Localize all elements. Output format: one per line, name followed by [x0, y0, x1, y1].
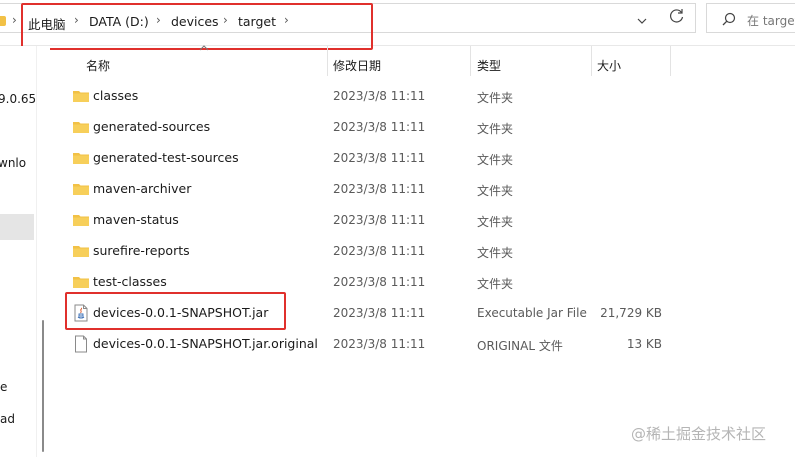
- file-type: 文件夹: [477, 215, 514, 229]
- file-row[interactable]: generated-sources 2023/3/8 11:11 文件夹: [60, 112, 680, 143]
- watermark: @稀土掘金技术社区: [631, 425, 767, 443]
- file-type: 文件夹: [477, 246, 514, 260]
- column-divider[interactable]: [470, 46, 471, 76]
- address-toolbar: › 此电脑 › DATA (D:) › devices › target › 在…: [0, 0, 795, 46]
- file-row[interactable]: test-classes 2023/3/8 11:11 文件夹: [60, 267, 680, 298]
- file-type: 文件夹: [477, 153, 514, 167]
- breadcrumb-data-drive[interactable]: DATA (D:): [89, 14, 149, 29]
- sort-arrow-icon: [199, 44, 209, 54]
- file-type: Executable Jar File: [477, 306, 587, 320]
- file-row[interactable]: surefire-reports 2023/3/8 11:11 文件夹: [60, 236, 680, 267]
- file-name: generated-sources: [93, 119, 211, 134]
- file-name: maven-status: [93, 212, 179, 227]
- file-name: devices-0.0.1-SNAPSHOT.jar: [93, 305, 269, 320]
- file-type: 文件夹: [477, 91, 514, 105]
- file-modified: 2023/3/8 11:11: [333, 244, 426, 258]
- navigation-pane[interactable]: 9.0.65 wnlo e ad: [0, 46, 36, 457]
- folder-icon: [73, 153, 89, 164]
- column-divider[interactable]: [670, 46, 671, 76]
- file-type: ORIGINAL 文件: [477, 339, 563, 353]
- file-name: devices-0.0.1-SNAPSHOT.jar.original: [93, 336, 318, 351]
- breadcrumb-separator[interactable]: ›: [284, 13, 289, 27]
- chevron-down-icon: [637, 18, 647, 24]
- folder-icon: [73, 215, 89, 226]
- pane-divider[interactable]: [36, 46, 37, 457]
- refresh-button[interactable]: [667, 6, 687, 26]
- file-row[interactable]: maven-archiver 2023/3/8 11:11 文件夹: [60, 174, 680, 205]
- column-divider[interactable]: [591, 46, 592, 76]
- folder-icon: [73, 184, 89, 195]
- address-history-dropdown[interactable]: [634, 13, 650, 29]
- nav-item[interactable]: wnlo: [0, 156, 26, 170]
- file-size: 21,729 KB: [600, 306, 662, 320]
- file-modified: 2023/3/8 11:11: [333, 337, 426, 351]
- file-row[interactable]: generated-test-sources 2023/3/8 11:11 文件…: [60, 143, 680, 174]
- file-type: 文件夹: [477, 277, 514, 291]
- file-modified: 2023/3/8 11:11: [333, 213, 426, 227]
- jar-file-icon: [74, 304, 88, 322]
- refresh-icon: [670, 9, 684, 23]
- breadcrumb-separator[interactable]: ›: [156, 13, 161, 27]
- breadcrumb-separator[interactable]: ›: [223, 13, 228, 27]
- file-name: generated-test-sources: [93, 150, 239, 165]
- file-name: test-classes: [93, 274, 167, 289]
- file-name: classes: [93, 88, 139, 103]
- file-row[interactable]: maven-status 2023/3/8 11:11 文件夹: [60, 205, 680, 236]
- file-row[interactable]: devices-0.0.1-SNAPSHOT.jar 2023/3/8 11:1…: [60, 298, 680, 329]
- file-modified: 2023/3/8 11:11: [333, 275, 426, 289]
- column-divider[interactable]: [327, 46, 328, 76]
- file-type: 文件夹: [477, 122, 514, 136]
- folder-icon: [73, 246, 89, 257]
- folder-icon: [0, 16, 6, 26]
- search-input[interactable]: 在 target: [747, 12, 795, 29]
- address-bar[interactable]: › 此电脑 › DATA (D:) › devices › target ›: [0, 3, 696, 33]
- file-modified: 2023/3/8 11:11: [333, 182, 426, 196]
- file-row[interactable]: devices-0.0.1-SNAPSHOT.jar.original 2023…: [60, 329, 680, 360]
- file-modified: 2023/3/8 11:11: [333, 306, 426, 320]
- folder-icon: [73, 122, 89, 133]
- nav-item[interactable]: e: [0, 380, 7, 394]
- file-modified: 2023/3/8 11:11: [333, 120, 426, 134]
- breadcrumb-separator[interactable]: ›: [12, 13, 17, 27]
- search-box[interactable]: 在 target: [706, 3, 795, 33]
- breadcrumb-separator[interactable]: ›: [74, 13, 79, 27]
- folder-icon: [73, 91, 89, 102]
- scrollbar-thumb[interactable]: [42, 320, 44, 452]
- nav-item[interactable]: ad: [0, 412, 15, 426]
- file-name: surefire-reports: [93, 243, 190, 258]
- column-header-modified[interactable]: 修改日期: [333, 57, 381, 74]
- breadcrumb-this-pc[interactable]: 此电脑: [28, 14, 66, 33]
- breadcrumb-target[interactable]: target: [238, 14, 276, 29]
- file-size: 13 KB: [626, 337, 662, 351]
- file-row[interactable]: classes 2023/3/8 11:11 文件夹: [60, 81, 680, 112]
- column-header-name[interactable]: 名称: [86, 57, 110, 74]
- nav-item[interactable]: 9.0.65: [0, 92, 36, 106]
- file-modified: 2023/3/8 11:11: [333, 89, 426, 103]
- file-modified: 2023/3/8 11:11: [333, 151, 426, 165]
- file-icon: [75, 335, 87, 353]
- folder-icon: [73, 277, 89, 288]
- search-icon: [722, 12, 736, 26]
- file-name: maven-archiver: [93, 181, 192, 196]
- nav-item-selected[interactable]: [0, 214, 34, 240]
- column-header-type[interactable]: 类型: [477, 57, 501, 74]
- file-type: 文件夹: [477, 184, 514, 198]
- breadcrumb-devices[interactable]: devices: [171, 14, 219, 29]
- column-header-size[interactable]: 大小: [597, 57, 621, 74]
